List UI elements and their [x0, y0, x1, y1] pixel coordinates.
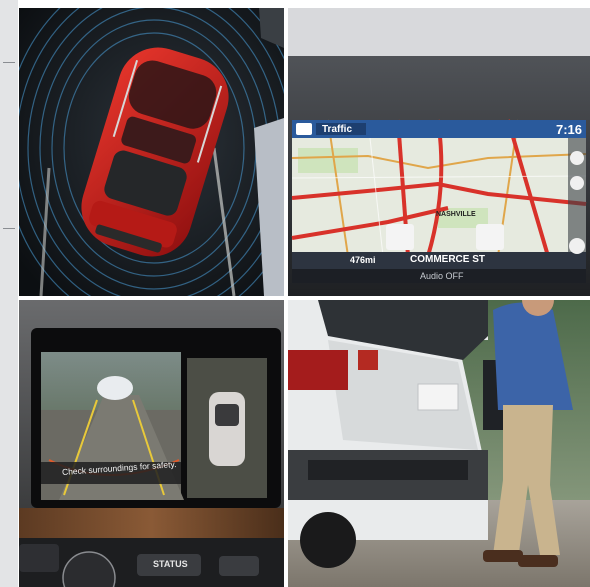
photo-around-view-monitor: Check surroundings for safety. STATUS: [19, 300, 284, 587]
nav-street-name: COMMERCE ST: [410, 254, 485, 265]
nav-clock: 7:16: [556, 122, 583, 137]
photo-motion-liftgate: [288, 300, 590, 587]
photo-aerial-suv-sensors: [19, 8, 284, 296]
sidebar-mark: [3, 228, 15, 229]
nav-audio-status: Audio OFF: [420, 271, 464, 281]
left-sidebar: [0, 0, 18, 587]
nav-distance: 476mi: [350, 255, 376, 265]
sidebar-mark: [3, 62, 15, 63]
map-city-label: NASHVILLE: [436, 211, 476, 218]
photo-navigation-screen: Traffic 7:16 NASHVILLE 476mi COMMERCE ST…: [288, 8, 590, 296]
nav-header-label: Traffic: [322, 124, 353, 135]
status-button-label: STATUS: [153, 559, 188, 569]
